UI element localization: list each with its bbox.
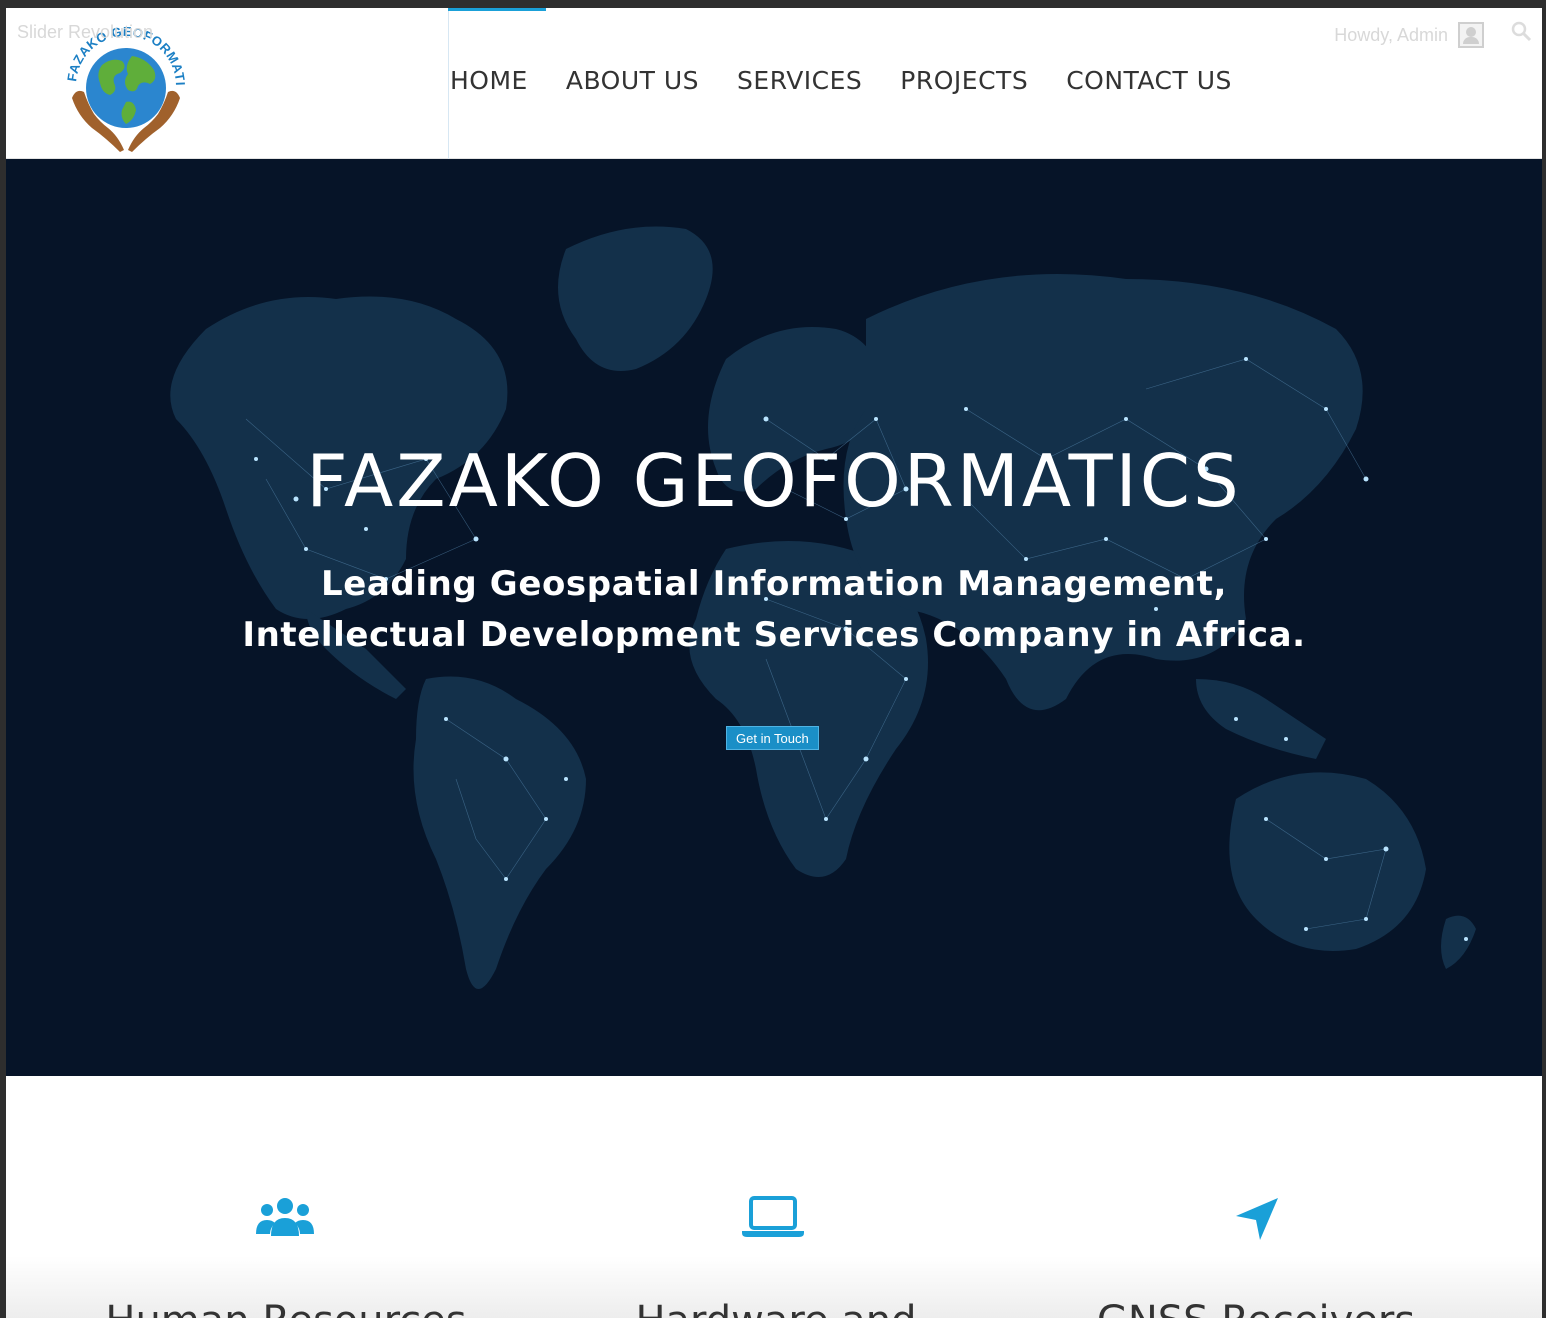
feature-title: Hardware and bbox=[566, 1298, 986, 1318]
admin-greeting: Howdy, Admin bbox=[1334, 24, 1448, 45]
nav-home[interactable]: HOME bbox=[448, 8, 546, 159]
get-in-touch-button[interactable]: Get in Touch bbox=[726, 726, 819, 750]
hero-subtitle-line-1: Leading Geospatial Information Managemen… bbox=[320, 564, 1228, 604]
admin-account-menu[interactable]: Howdy, Admin bbox=[1334, 22, 1484, 48]
slider-revolution-link[interactable]: Slider Revolution bbox=[17, 22, 153, 43]
nav-projects[interactable]: PROJECTS bbox=[898, 8, 1046, 159]
users-icon bbox=[256, 1198, 314, 1236]
features-section: Human Resources Hardware and GNSS Receiv… bbox=[6, 1076, 1542, 1318]
main-nav: HOME ABOUT US SERVICES PROJECTS CONTACT … bbox=[448, 8, 1268, 159]
search-icon[interactable] bbox=[1510, 20, 1532, 42]
hero-slider: FAZAKO GEOFORMATICS Leading Geospatial I… bbox=[6, 159, 1542, 1076]
laptop-icon bbox=[742, 1196, 804, 1237]
avatar bbox=[1458, 22, 1484, 48]
nav-services[interactable]: SERVICES bbox=[735, 8, 880, 159]
feature-title: Human Resources bbox=[76, 1298, 496, 1318]
hero-title: FAZAKO GEOFORMATICS bbox=[306, 439, 1242, 523]
hero-subtitle-line-2: Intellectual Development Services Compan… bbox=[242, 615, 1306, 655]
nav-about-us[interactable]: ABOUT US bbox=[564, 8, 717, 159]
page: FAZAKO GEOFORMATICS HOME ABOUT US SERVIC… bbox=[6, 8, 1542, 1318]
feature-title: GNSS Receivers bbox=[1046, 1298, 1466, 1318]
location-arrow-icon bbox=[1236, 1198, 1278, 1240]
hero-subtitle: Leading Geospatial Information Managemen… bbox=[6, 559, 1542, 661]
nav-contact-us[interactable]: CONTACT US bbox=[1064, 8, 1250, 159]
site-header: FAZAKO GEOFORMATICS HOME ABOUT US SERVIC… bbox=[6, 8, 1542, 159]
